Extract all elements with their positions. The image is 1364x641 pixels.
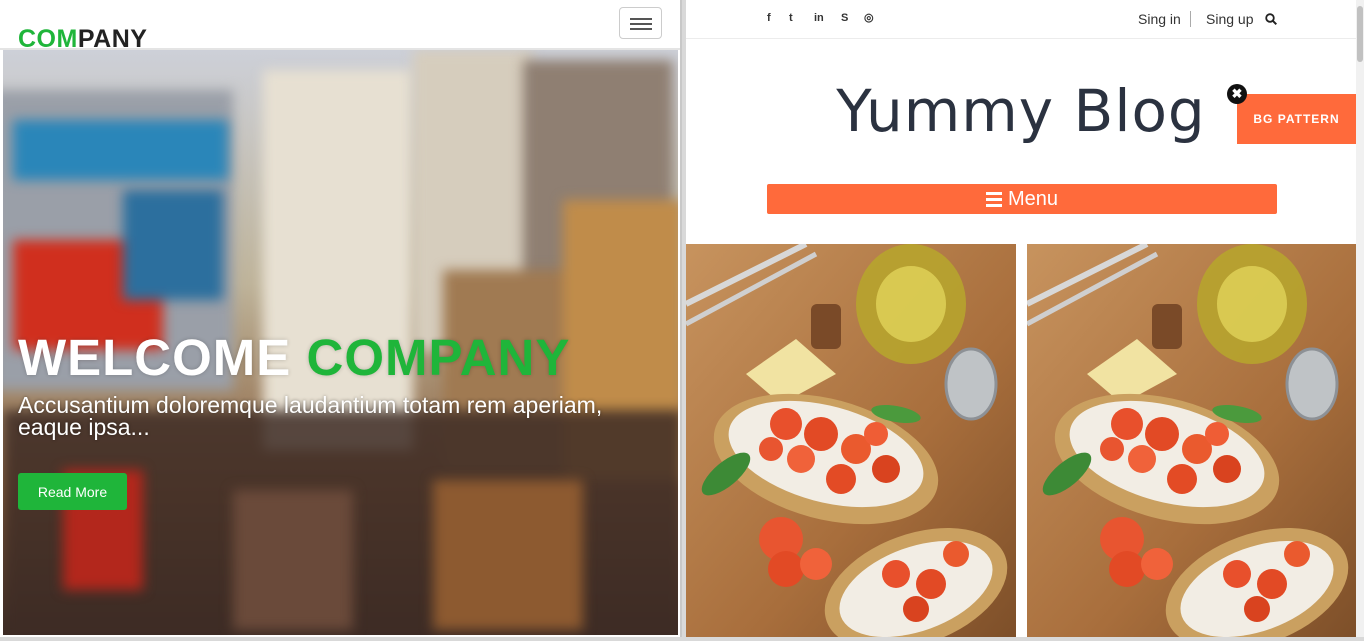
bg-pattern-button[interactable]: BG PATTERN — [1237, 94, 1356, 144]
hamburger-line — [630, 23, 652, 25]
post-image[interactable] — [686, 244, 1016, 637]
menu-button[interactable]: Menu — [767, 184, 1277, 214]
bg-crowd — [233, 490, 353, 630]
nav-toggle-button[interactable] — [619, 7, 662, 39]
facebook-icon[interactable]: f — [767, 11, 771, 25]
company-logo[interactable]: COMPANY — [18, 27, 147, 52]
sign-in-link[interactable]: Sing in — [1138, 11, 1181, 27]
hero-subtitle: Accusantium doloremque laudantium totam … — [18, 392, 603, 440]
bg-crowd — [433, 480, 583, 630]
hamburger-line — [630, 18, 652, 20]
dribbble-icon[interactable]: ◎ — [864, 11, 874, 25]
hamburger-line — [630, 28, 652, 30]
menu-label: Menu — [1007, 187, 1059, 210]
food-photo — [686, 244, 1016, 637]
bg-building — [13, 120, 228, 180]
bg-building — [123, 190, 223, 300]
vertical-scrollbar[interactable] — [1356, 0, 1364, 637]
search-icon[interactable] — [1265, 13, 1277, 25]
menu-icon — [985, 189, 1002, 210]
blog-topbar: f t in S ◎ Sing in Sing up — [686, 0, 1356, 39]
company-site-pane: COMPANY WELCOME COMPANY Accusantium dolo… — [0, 0, 682, 637]
sign-up-link[interactable]: Sing up — [1206, 11, 1253, 27]
linkedin-icon[interactable]: in — [814, 11, 824, 25]
read-more-button[interactable]: Read More — [18, 473, 127, 510]
hero-title-white: WELCOME — [18, 329, 307, 386]
twitter-icon[interactable]: t — [789, 11, 793, 25]
post-image[interactable] — [1027, 244, 1356, 637]
hero-title-accent: COMPANY — [306, 329, 571, 386]
blog-site-pane: f t in S ◎ Sing in Sing up Yummy Blog ✖ … — [686, 0, 1356, 637]
logo-accent: COM — [18, 25, 78, 53]
company-header: COMPANY — [0, 0, 680, 52]
scrollbar-thumb[interactable] — [1357, 6, 1363, 62]
hero-section: WELCOME COMPANY Accusantium doloremque l… — [3, 50, 678, 635]
logo-rest: PANY — [77, 25, 148, 53]
close-icon[interactable]: ✖ — [1227, 84, 1247, 104]
hero-title: WELCOME COMPANY — [18, 332, 570, 383]
skype-icon[interactable]: S — [841, 11, 848, 25]
food-photo — [1027, 244, 1356, 637]
auth-divider — [1190, 11, 1191, 27]
